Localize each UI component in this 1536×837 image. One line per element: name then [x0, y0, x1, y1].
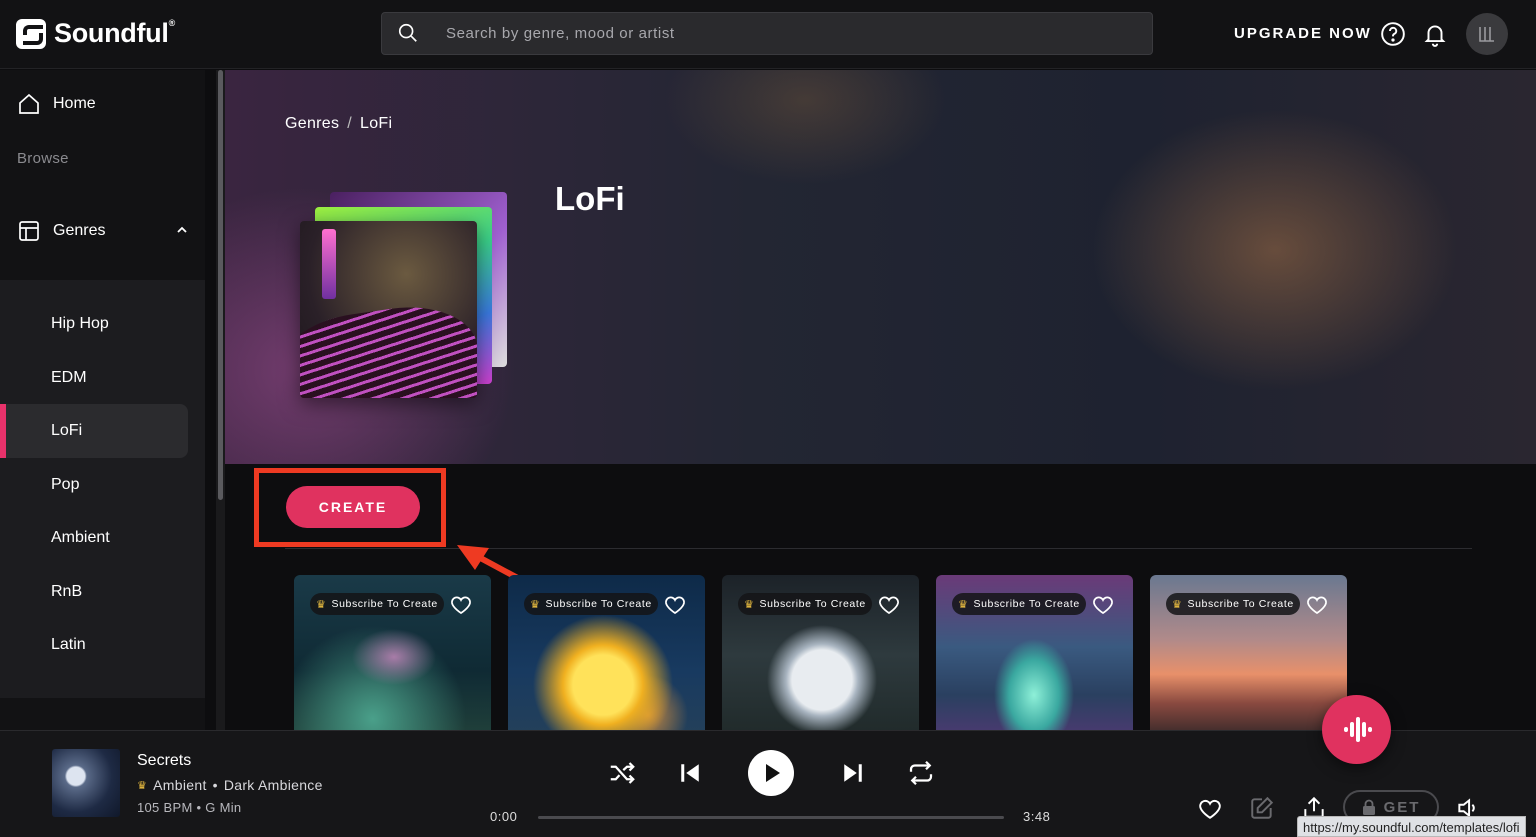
- lock-icon: [1362, 799, 1375, 815]
- subscribe-badge[interactable]: ♛ Subscribe To Create: [310, 593, 444, 615]
- template-card[interactable]: ♛ Subscribe To Create: [936, 575, 1133, 735]
- status-bar-url: https://my.soundful.com/templates/lofi: [1297, 816, 1526, 837]
- track-mood: Dark Ambience: [223, 777, 323, 793]
- soundwave-icon: [1344, 717, 1372, 742]
- soundwave-fab-button[interactable]: [1322, 695, 1391, 764]
- crown-icon: ♛: [137, 779, 148, 792]
- favorite-heart-icon[interactable]: [663, 593, 687, 615]
- favorite-heart-icon[interactable]: [1091, 593, 1115, 615]
- play-button[interactable]: [748, 750, 794, 796]
- grid-layout-icon: [19, 221, 39, 241]
- cover-art-front: [300, 221, 477, 398]
- crown-icon: ♛: [1172, 598, 1183, 611]
- track-duration: 3:48: [1023, 809, 1051, 824]
- shuffle-icon[interactable]: [607, 758, 637, 788]
- crown-icon: ♛: [744, 598, 755, 611]
- create-button[interactable]: CREATE: [286, 486, 420, 528]
- home-icon: [19, 93, 39, 114]
- breadcrumb-separator: /: [347, 115, 353, 132]
- help-icon[interactable]: [1380, 21, 1406, 47]
- sidebar-item-latin[interactable]: Latin: [0, 618, 188, 672]
- track-bpm-key: 105 BPM • G Min: [137, 800, 241, 815]
- sidebar-item-lofi[interactable]: LoFi: [0, 404, 188, 458]
- meta-separator: •: [212, 777, 218, 793]
- user-avatar[interactable]: [1466, 13, 1508, 55]
- meta-separator: •: [196, 800, 202, 815]
- genre-cover-art: [300, 190, 510, 400]
- breadcrumb-current: LoFi: [360, 115, 393, 132]
- track-thumbnail[interactable]: [52, 749, 120, 817]
- sidebar-item-pop[interactable]: Pop: [0, 458, 188, 512]
- sidebar-item-hip-hop[interactable]: Hip Hop: [0, 297, 188, 351]
- subscribe-badge[interactable]: ♛ Subscribe To Create: [952, 593, 1086, 615]
- template-card[interactable]: ♛ Subscribe To Create: [508, 575, 705, 735]
- template-card[interactable]: ♛ Subscribe To Create: [722, 575, 919, 735]
- breadcrumb: Genres / LoFi: [285, 115, 392, 133]
- track-key: G Min: [205, 800, 242, 815]
- sidebar-item-home[interactable]: Home: [17, 92, 96, 116]
- sidebar-item-genres[interactable]: Genres: [17, 219, 189, 243]
- breadcrumb-genres-link[interactable]: Genres: [285, 115, 339, 132]
- sidebar-item-ambient[interactable]: Ambient: [0, 511, 188, 565]
- template-card[interactable]: ♛ Subscribe To Create: [1150, 575, 1347, 735]
- crown-icon: ♛: [316, 598, 327, 611]
- notification-bell-icon[interactable]: [1422, 21, 1448, 47]
- page-title: LoFi: [555, 180, 625, 217]
- app-name: Soundful: [54, 18, 169, 48]
- favorite-heart-icon[interactable]: [449, 593, 473, 615]
- track-genre: Ambient: [153, 777, 207, 793]
- search-bar[interactable]: [381, 12, 1153, 55]
- subscribe-badge[interactable]: ♛ Subscribe To Create: [1166, 593, 1300, 615]
- crown-icon: ♛: [530, 598, 541, 611]
- browse-section-label: Browse: [17, 150, 69, 167]
- favorite-heart-icon[interactable]: [1305, 593, 1329, 615]
- favorite-heart-icon[interactable]: [877, 593, 901, 615]
- track-title[interactable]: Secrets: [137, 752, 191, 770]
- template-card[interactable]: ♛ Subscribe To Create: [294, 575, 491, 735]
- search-icon: [398, 23, 417, 42]
- sidebar-item-label: Home: [53, 95, 96, 112]
- crown-icon: ♛: [958, 598, 969, 611]
- sidebar-item-rnb[interactable]: RnB: [0, 565, 188, 619]
- track-genre-mood: ♛ Ambient • Dark Ambience: [137, 777, 323, 793]
- play-icon: [766, 764, 780, 782]
- sidebar-scrollbar[interactable]: [218, 70, 223, 500]
- soundful-logo-icon: [16, 18, 46, 49]
- sidebar-item-label: Genres: [53, 222, 106, 239]
- track-bpm: 105 BPM: [137, 800, 193, 815]
- edit-icon[interactable]: [1249, 795, 1275, 821]
- genre-submenu: Hip Hop EDM LoFi Pop Ambient RnB Latin: [0, 280, 205, 698]
- avatar-placeholder-icon: [1479, 27, 1494, 42]
- next-track-icon[interactable]: [838, 758, 868, 788]
- current-time: 0:00: [490, 809, 518, 824]
- progress-bar[interactable]: [538, 816, 1004, 819]
- sidebar-item-edm[interactable]: EDM: [0, 351, 188, 405]
- chevron-up-icon[interactable]: [175, 223, 189, 237]
- search-input[interactable]: [446, 13, 1126, 54]
- repeat-icon[interactable]: [906, 758, 936, 788]
- soundful-logo[interactable]: Soundful®: [16, 18, 175, 49]
- subscribe-badge[interactable]: ♛ Subscribe To Create: [738, 593, 872, 615]
- previous-track-icon[interactable]: [675, 758, 705, 788]
- favorite-heart-icon[interactable]: [1197, 795, 1223, 821]
- top-bar: Soundful® UPGRADE NOW: [0, 0, 1536, 69]
- upgrade-now-button[interactable]: UPGRADE NOW: [1234, 25, 1372, 42]
- subscribe-badge[interactable]: ♛ Subscribe To Create: [524, 593, 658, 615]
